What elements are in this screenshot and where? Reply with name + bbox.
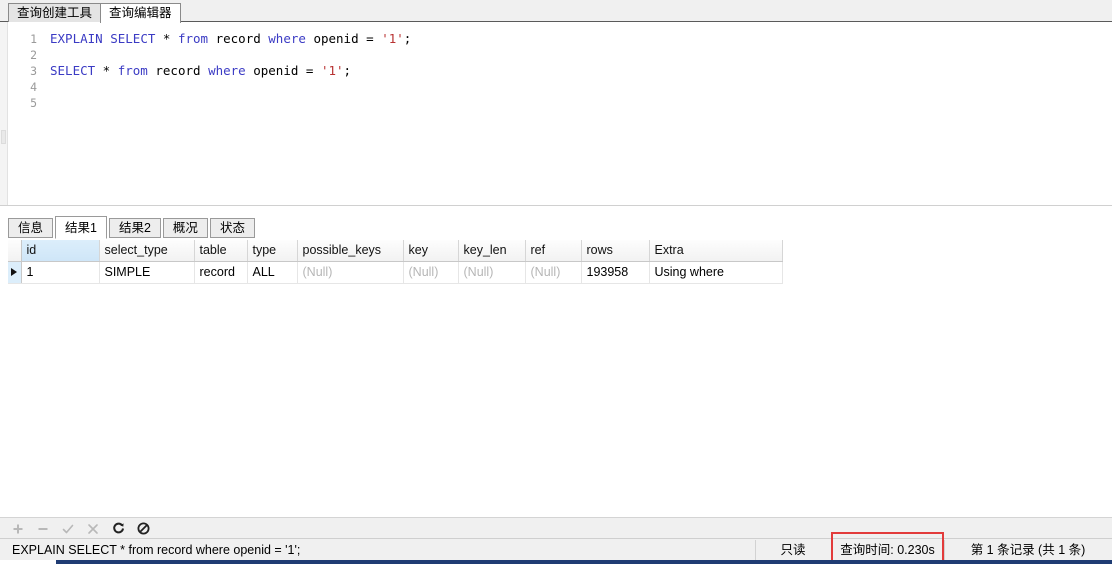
line-number: 1	[30, 32, 37, 46]
column-header-ref[interactable]: ref	[525, 240, 582, 262]
status-bar: EXPLAIN SELECT * from record where openi…	[0, 538, 1112, 560]
code-line: 4	[9, 79, 1112, 95]
result-tab-list: 信息 结果1 结果2 概况 状态	[8, 216, 257, 239]
grid-record-toolbar-icons	[11, 518, 150, 539]
row-header-corner	[8, 240, 22, 262]
tab-result-1[interactable]: 结果1	[55, 216, 107, 239]
tab-query-builder[interactable]: 查询创建工具	[8, 3, 102, 22]
cell-type[interactable]: ALL	[247, 261, 298, 284]
status-record-count: 第 1 条记录 (共 1 条)	[970, 543, 1086, 557]
code-line: 2	[9, 47, 1112, 63]
cell-select_type[interactable]: SIMPLE	[99, 261, 195, 284]
desktop-edge-strip-left	[0, 560, 56, 564]
code-line-text: EXPLAIN SELECT * from record where openi…	[50, 31, 412, 46]
column-header-key_len[interactable]: key_len	[458, 240, 526, 262]
tab-status[interactable]: 状态	[209, 218, 255, 238]
sql-editor-panel[interactable]: 1 EXPLAIN SELECT * from record where ope…	[0, 22, 1112, 205]
tab-profile[interactable]: 概况	[162, 218, 208, 238]
column-header-possible_keys[interactable]: possible_keys	[297, 240, 404, 262]
column-header-type[interactable]: type	[247, 240, 298, 262]
column-header-select_type[interactable]: select_type	[99, 240, 195, 262]
cell-key_len[interactable]: (Null)	[458, 261, 526, 284]
result-grid-panel[interactable]: id select_type table type possible_keys …	[0, 240, 1112, 517]
cancel-changes-icon[interactable]	[86, 522, 100, 536]
cell-id[interactable]: 1	[21, 261, 100, 284]
explain-result-table: id select_type table type possible_keys …	[8, 240, 783, 284]
stop-icon[interactable]	[136, 522, 150, 536]
line-number: 4	[30, 80, 37, 94]
line-number: 3	[30, 64, 37, 78]
cell-table[interactable]: record	[194, 261, 248, 284]
line-number: 5	[30, 96, 37, 110]
status-readonly-label: 只读	[780, 543, 806, 557]
status-query-time: 查询时间: 0.230s	[840, 543, 935, 557]
cell-ref[interactable]: (Null)	[525, 261, 582, 284]
editor-tabstrip: 查询创建工具 查询编辑器	[0, 0, 1112, 23]
code-line: 1 EXPLAIN SELECT * from record where ope…	[9, 31, 1112, 47]
desktop-edge-strip	[0, 560, 1112, 564]
sql-code-area[interactable]: 1 EXPLAIN SELECT * from record where ope…	[9, 22, 1112, 205]
refresh-icon[interactable]	[111, 522, 125, 536]
code-line: 3 SELECT * from record where openid = '1…	[9, 63, 1112, 79]
column-header-id[interactable]: id	[21, 240, 100, 262]
add-record-icon[interactable]	[11, 522, 25, 536]
code-line: 5	[9, 95, 1112, 111]
code-line-text: SELECT * from record where openid = '1';	[50, 63, 352, 78]
table-header-row: id select_type table type possible_keys …	[8, 240, 783, 262]
table-row[interactable]: 1 SIMPLE record ALL (Null) (Null) (Null)…	[8, 261, 783, 284]
tab-query-editor[interactable]: 查询编辑器	[100, 3, 181, 23]
cell-rows[interactable]: 193958	[581, 261, 650, 284]
line-number: 2	[30, 48, 37, 62]
delete-record-icon[interactable]	[36, 522, 50, 536]
cell-possible_keys[interactable]: (Null)	[297, 261, 404, 284]
column-header-rows[interactable]: rows	[581, 240, 650, 262]
tab-result-2[interactable]: 结果2	[108, 218, 161, 238]
editor-tab-list: 查询创建工具 查询编辑器	[8, 3, 181, 23]
result-tabstrip: 信息 结果1 结果2 概况 状态	[0, 213, 1112, 239]
status-executed-sql: EXPLAIN SELECT * from record where openi…	[12, 543, 301, 557]
current-row-arrow-icon	[11, 267, 17, 276]
tab-info[interactable]: 信息	[8, 218, 54, 238]
column-header-table[interactable]: table	[194, 240, 248, 262]
apply-changes-icon[interactable]	[61, 522, 75, 536]
editor-gutter-marker	[1, 130, 6, 144]
grid-record-toolbar	[0, 517, 1112, 538]
cell-extra[interactable]: Using where	[649, 261, 783, 284]
column-header-extra[interactable]: Extra	[649, 240, 783, 262]
editor-gutter-bar	[0, 22, 8, 205]
cell-key[interactable]: (Null)	[403, 261, 459, 284]
row-selector-cell[interactable]	[8, 261, 22, 284]
column-header-key[interactable]: key	[403, 240, 459, 262]
